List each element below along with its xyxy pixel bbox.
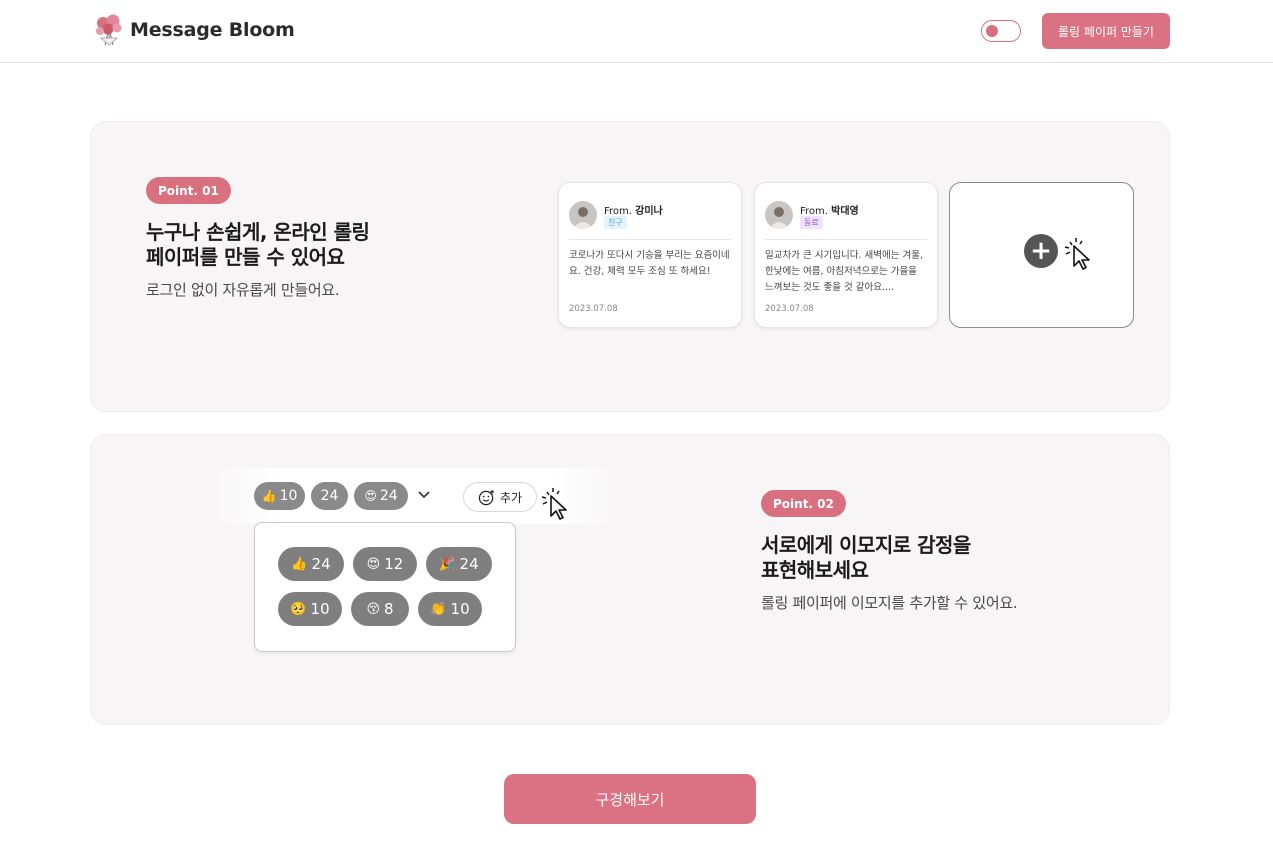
- point-badge: Point. 02: [761, 490, 846, 517]
- reaction-count: 12: [384, 555, 404, 573]
- reaction-badge[interactable]: 🎉 24: [426, 547, 492, 581]
- smile-add-icon: [478, 489, 495, 505]
- reaction-emoji: 😍: [364, 489, 377, 503]
- message-card[interactable]: From. 강미나 친구 코로나가 또다시 기승을 부리는 요즘이네요. 건강,…: [558, 182, 742, 328]
- add-emoji-button[interactable]: 추가: [463, 482, 537, 512]
- browse-button[interactable]: 구경해보기: [504, 774, 756, 824]
- reaction-badge[interactable]: 😍 12: [353, 547, 417, 581]
- reaction-count: 10: [450, 600, 470, 618]
- message-content: 일교차가 큰 시기입니다. 새벽에는 겨울, 한낮에는 여름, 아침저녁으로는 …: [765, 250, 923, 293]
- reaction-count: 8: [384, 600, 394, 618]
- top-navigation: Message Bloom 롤링 페이퍼 만들기: [0, 0, 1273, 63]
- feature-title-line: 서로에게 이모지로 감정을: [761, 533, 971, 557]
- divider: [765, 239, 927, 240]
- sender: From. 강미나: [604, 202, 663, 217]
- avatar: [765, 201, 793, 229]
- sender: From. 박대영: [800, 202, 859, 217]
- reaction-count: 24: [311, 555, 331, 573]
- add-emoji-label: 추가: [499, 490, 523, 505]
- reaction-emoji: 👏: [430, 601, 447, 617]
- toggle-knob: [986, 24, 998, 37]
- point-badge: Point. 01: [146, 177, 231, 204]
- message-date: 2023.07.08: [569, 304, 618, 314]
- reaction-badge[interactable]: 😚 8: [351, 592, 409, 626]
- feature-title-line: 표현해보세요: [761, 558, 869, 582]
- reaction-emoji: 😚: [366, 601, 380, 617]
- add-message-card[interactable]: +: [949, 182, 1134, 328]
- reaction-badge[interactable]: 🥺 10: [278, 592, 342, 626]
- sender-name: 박대영: [831, 206, 859, 217]
- message-date: 2023.07.08: [765, 304, 814, 314]
- feature-panel-2: 👍 10 24 😍 24 추가 👍 24 😍 12 🎉 24 🥺 10 😚 8 …: [90, 434, 1170, 725]
- message-card[interactable]: From. 박대영 동료 일교차가 큰 시기입니다. 새벽에는 겨울, 한낮에는…: [754, 182, 938, 328]
- avatar: [569, 201, 597, 229]
- feature-subtitle: 로그인 없이 자유롭게 만들어요.: [146, 281, 340, 299]
- feature-title: 서로에게 이모지로 감정을 표현해보세요: [761, 533, 971, 583]
- relationship-badge: 친구: [604, 216, 627, 229]
- emoji-reaction-dropdown: 👍 24 😍 12 🎉 24 🥺 10 😚 8 👏 10: [254, 522, 516, 652]
- reaction-emoji: 🎉: [439, 556, 456, 572]
- reaction-count: 24: [379, 488, 398, 504]
- reaction-badge[interactable]: 24: [311, 482, 348, 510]
- feature-title: 누구나 손쉽게, 온라인 롤링 페이퍼를 만들 수 있어요: [146, 220, 370, 270]
- reaction-emoji: 👍: [261, 489, 277, 503]
- plus-icon[interactable]: +: [1024, 234, 1058, 268]
- reaction-count: 24: [320, 488, 339, 504]
- feature-panel-1: Point. 01 누구나 손쉽게, 온라인 롤링 페이퍼를 만들 수 있어요 …: [90, 121, 1170, 412]
- relationship-badge: 동료: [800, 216, 823, 229]
- bouquet-logo-icon[interactable]: [93, 12, 125, 48]
- message-content: 코로나가 또다시 기승을 부리는 요즘이네요. 건강, 체력 모두 조심 또 하…: [569, 250, 730, 277]
- reaction-emoji: 🥺: [290, 601, 307, 617]
- reaction-emoji: 👍: [291, 556, 308, 572]
- feature-title-line: 페이퍼를 만들 수 있어요: [146, 245, 345, 269]
- feature-title-line: 누구나 손쉽게, 온라인 롤링: [146, 220, 370, 244]
- click-cursor-icon: [541, 488, 567, 520]
- reaction-emoji: 😍: [366, 556, 381, 572]
- reaction-count: 24: [459, 555, 479, 573]
- feature-subtitle: 롤링 페이퍼에 이모지를 추가할 수 있어요.: [761, 594, 1018, 612]
- chevron-down-icon[interactable]: [417, 489, 431, 501]
- reaction-badge[interactable]: 👏 10: [418, 592, 482, 626]
- click-cursor-icon: [1064, 238, 1090, 270]
- reaction-badge[interactable]: 👍 10: [254, 482, 305, 510]
- reaction-badge[interactable]: 👍 24: [278, 547, 344, 581]
- divider: [569, 239, 731, 240]
- sender-name: 강미나: [635, 206, 663, 217]
- theme-toggle[interactable]: [981, 20, 1021, 42]
- reaction-badge[interactable]: 😍 24: [354, 482, 408, 510]
- brand-name: Message Bloom: [130, 19, 295, 41]
- reaction-count: 10: [310, 600, 330, 618]
- create-rolling-paper-button[interactable]: 롤링 페이퍼 만들기: [1042, 13, 1170, 49]
- reaction-count: 10: [279, 488, 298, 504]
